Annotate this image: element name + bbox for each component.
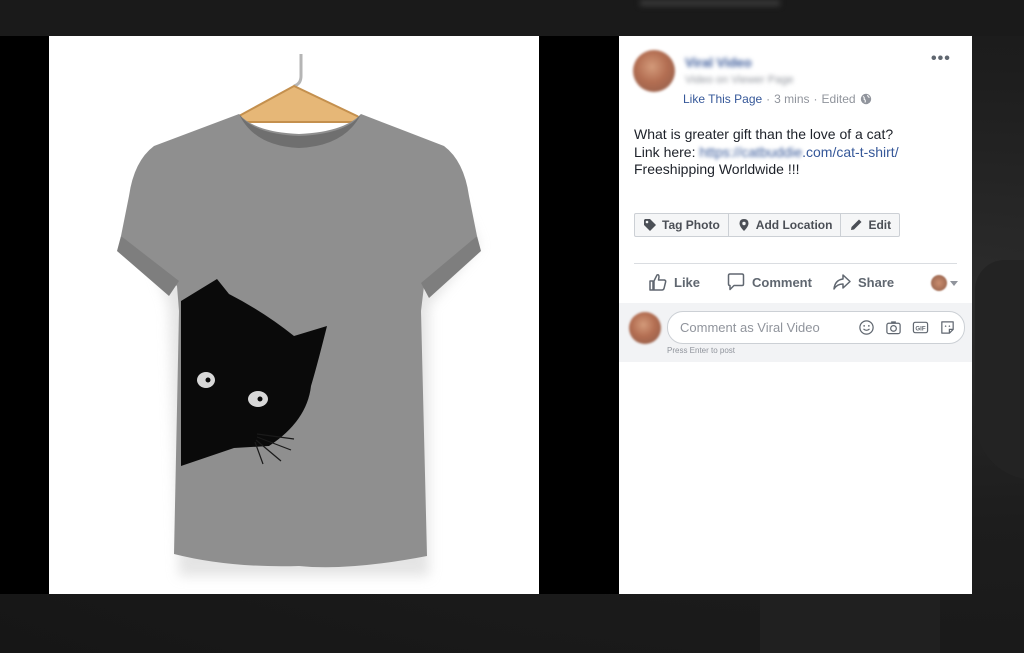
page-avatar[interactable] — [633, 50, 675, 92]
page-subtitle: Video on Viewer Page — [685, 74, 794, 86]
like-page-link[interactable]: Like This Page — [683, 92, 762, 106]
photo-viewer[interactable] — [0, 36, 619, 594]
comment-placeholder: Comment as Viral Video — [680, 320, 820, 335]
avatar — [931, 275, 947, 291]
share-arrow-icon — [833, 274, 851, 290]
post-text: What is greater gift than the love of a … — [634, 126, 964, 179]
smiley-icon[interactable] — [858, 319, 875, 336]
edit-label: Edit — [868, 218, 892, 232]
pencil-icon — [851, 219, 862, 230]
commenter-avatar — [629, 312, 661, 344]
sticker-icon[interactable] — [939, 319, 956, 336]
tag-photo-button[interactable]: Tag Photo — [635, 214, 729, 236]
meta-separator: · — [766, 92, 771, 106]
chevron-down-icon — [950, 280, 958, 286]
post-text-line2: Link here: https://catbuddie.com/cat-t-s… — [634, 144, 964, 162]
tag-icon — [644, 219, 656, 231]
location-pin-icon — [739, 219, 749, 231]
add-location-label: Add Location — [755, 218, 833, 232]
comment-button[interactable]: Comment — [726, 272, 812, 292]
like-button[interactable]: Like — [648, 272, 700, 292]
post-time[interactable]: 3 mins — [774, 92, 809, 106]
meta-separator: · — [813, 92, 818, 106]
post-text-line1: What is greater gift than the love of a … — [634, 126, 894, 142]
like-label: Like — [674, 274, 701, 290]
speech-bubble-icon — [727, 273, 745, 291]
background-shirt-ghost — [975, 260, 1024, 480]
share-label: Share — [858, 274, 895, 290]
comment-input[interactable]: Comment as Viral Video GIF — [667, 311, 965, 344]
hanger-hook — [293, 54, 303, 88]
divider — [634, 263, 957, 264]
globe-icon[interactable] — [860, 93, 872, 105]
hanger-icon — [234, 84, 363, 123]
post-text-line3: Freeshipping Worldwide !!! — [634, 161, 800, 177]
post-panel: Viral Video Video on Viewer Page Like Th… — [619, 36, 972, 594]
link-path[interactable]: .com/cat-t-shirt/ — [802, 144, 898, 160]
edited-label[interactable]: Edited — [822, 92, 856, 106]
comment-area: Comment as Viral Video GIF Press Enter t… — [619, 303, 972, 362]
cat-tshirt-image — [117, 54, 481, 576]
comment-label: Comment — [752, 274, 812, 290]
edit-button[interactable]: Edit — [841, 214, 899, 236]
gif-icon[interactable]: GIF — [912, 319, 929, 336]
page-name[interactable]: Viral Video — [685, 55, 752, 70]
photo-edit-bar: Tag Photo Add Location Edit — [634, 213, 901, 237]
add-location-button[interactable]: Add Location — [729, 214, 842, 236]
top-bar — [0, 0, 1024, 36]
svg-text:GIF: GIF — [915, 325, 925, 332]
camera-icon[interactable] — [885, 319, 902, 336]
tag-photo-label: Tag Photo — [662, 218, 720, 232]
link-prefix: Link here: — [634, 143, 700, 160]
comment-hint: Press Enter to post — [667, 346, 736, 355]
share-button[interactable]: Share — [832, 272, 894, 292]
posting-as-selector[interactable] — [931, 275, 958, 291]
post-meta: Like This Page · 3 mins · Edited — [683, 92, 872, 106]
background-shadow — [760, 592, 940, 653]
comment-icons: GIF — [858, 319, 956, 336]
post-photo[interactable] — [49, 36, 539, 594]
link-domain[interactable]: https://catbuddie — [699, 144, 802, 160]
more-options-icon[interactable]: ••• — [931, 50, 951, 68]
post-actions: Like Comment Share — [634, 272, 958, 294]
thumbs-up-icon — [649, 274, 667, 291]
blurred-header-text — [640, 0, 780, 6]
